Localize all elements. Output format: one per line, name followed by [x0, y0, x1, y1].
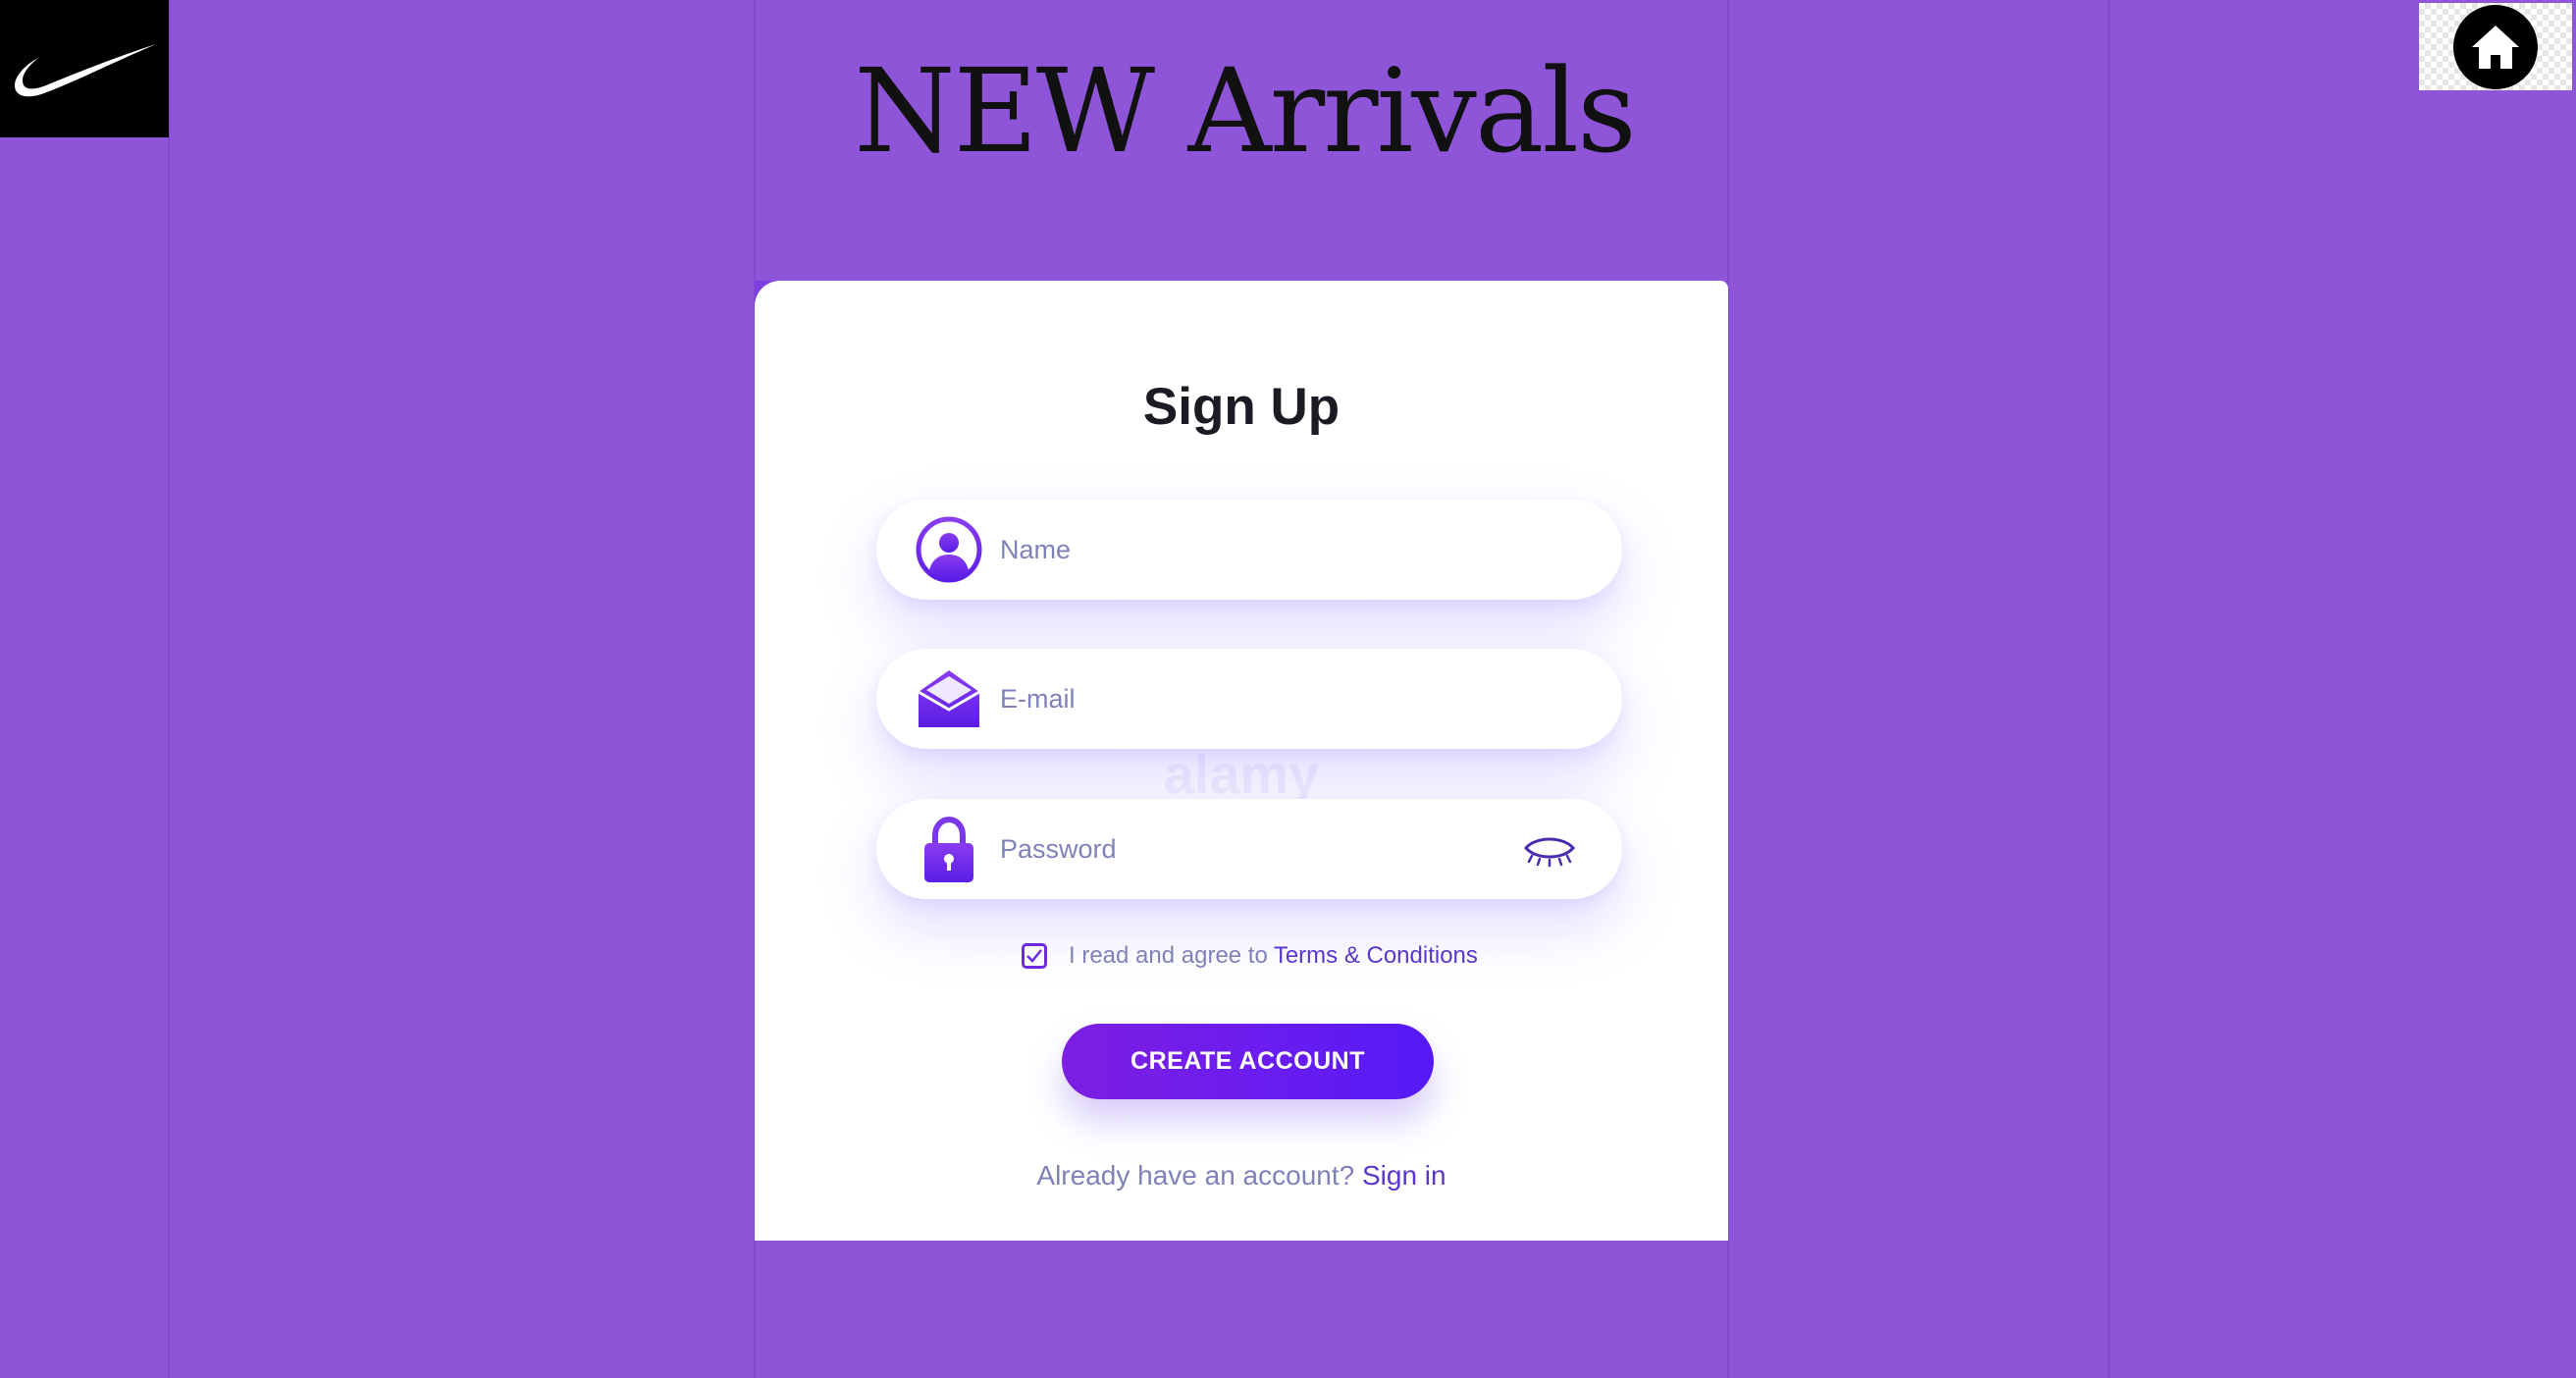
- password-input[interactable]: [998, 832, 1493, 866]
- signin-prompt-row: Already have an account? Sign in: [755, 1160, 1728, 1192]
- terms-checkbox[interactable]: [1022, 943, 1047, 969]
- password-field[interactable]: [876, 799, 1622, 899]
- lock-icon: [914, 814, 984, 884]
- home-button[interactable]: [2419, 3, 2572, 90]
- swoosh-icon: [15, 44, 156, 97]
- divider-line: [168, 0, 170, 1378]
- divider-line: [2108, 0, 2110, 1378]
- check-icon: [1026, 949, 1042, 963]
- signup-card: Sign Up alamy Name E-mail I read and agr…: [755, 281, 1728, 1241]
- eye-closed-icon[interactable]: [1522, 826, 1577, 872]
- watermark-text: alamy: [1163, 743, 1320, 805]
- signin-link[interactable]: Sign in: [1362, 1160, 1446, 1191]
- signup-title: Sign Up: [1142, 378, 1341, 436]
- page-title: NEW Arrivals: [854, 43, 1636, 179]
- email-field[interactable]: [876, 649, 1622, 749]
- user-icon: [914, 514, 984, 585]
- name-field[interactable]: [876, 500, 1622, 600]
- email-input[interactable]: [998, 682, 1493, 716]
- terms-text: I read and agree to: [1069, 942, 1268, 969]
- name-input[interactable]: [998, 533, 1493, 566]
- terms-row: I read and agree to Terms & Conditions: [1022, 942, 1478, 970]
- brand-logo[interactable]: [0, 0, 169, 137]
- home-icon: [2472, 25, 2519, 69]
- create-account-button[interactable]: CREATE ACCOUNT: [1062, 1024, 1434, 1099]
- home-icon-circle: [2453, 4, 2538, 89]
- terms-link[interactable]: Terms & Conditions: [1274, 942, 1478, 970]
- signin-prompt-text: Already have an account?: [1036, 1160, 1355, 1191]
- envelope-icon: [914, 663, 984, 734]
